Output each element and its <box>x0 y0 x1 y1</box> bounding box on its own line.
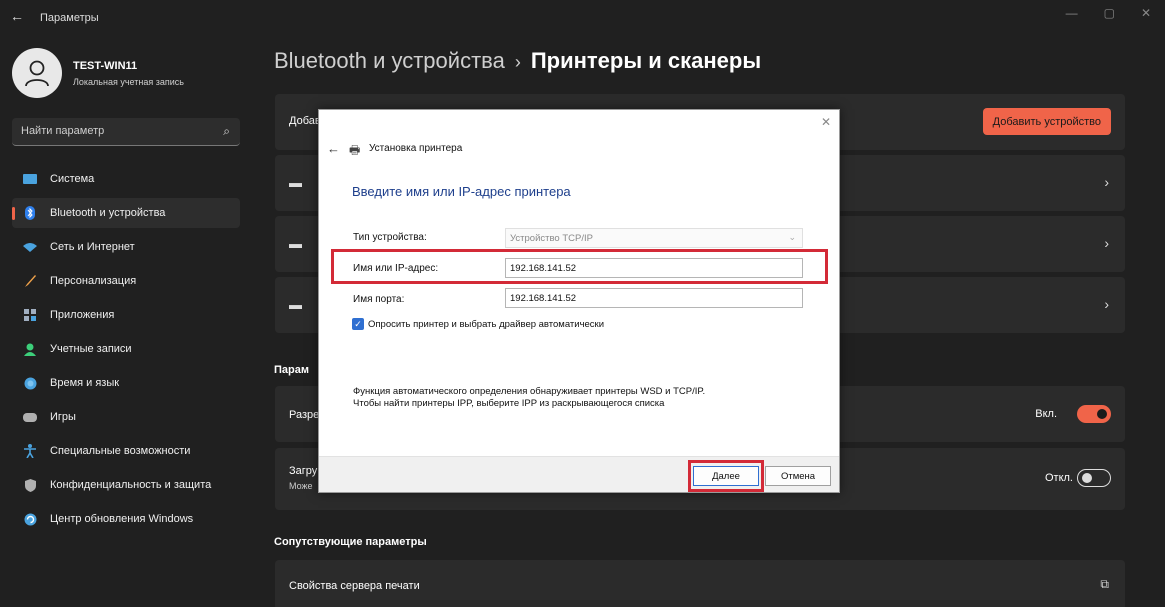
device-type-label: Тип устройства: <box>353 232 427 243</box>
breadcrumb-parent[interactable]: Bluetooth и устройства <box>274 48 505 73</box>
sidebar-item-accessibility[interactable]: Специальные возможности <box>12 436 240 466</box>
add-printer-label: Добав <box>289 115 321 127</box>
port-input[interactable] <box>505 288 803 308</box>
chevron-right-icon[interactable]: › <box>1104 235 1109 251</box>
sidebar-item-label: Персонализация <box>50 275 137 287</box>
sidebar-item-privacy[interactable]: Конфиденциальность и защита <box>12 470 240 500</box>
sidebar-item-windows-update[interactable]: Центр обновления Windows <box>12 504 240 534</box>
breadcrumb: Bluetooth и устройства › Принтеры и сканер… <box>274 48 761 74</box>
sidebar-item-label: Игры <box>50 411 76 423</box>
sidebar-item-time-language[interactable]: Время и язык <box>12 368 240 398</box>
account-icon <box>22 342 38 356</box>
download-toggle[interactable] <box>1077 469 1111 487</box>
title-bar: ← Параметры — ▢ ✕ <box>0 0 1165 36</box>
page-title: Принтеры и сканеры <box>530 48 762 73</box>
sidebar-item-label: Сеть и Интернет <box>50 241 135 253</box>
device-type-select[interactable]: Устройство TCP/IP ⌄ <box>505 228 803 248</box>
wifi-icon <box>22 240 38 254</box>
search-icon[interactable]: ⌕ <box>223 124 230 139</box>
window-controls: — ▢ ✕ <box>1066 6 1151 20</box>
sidebar-item-label: Приложения <box>50 309 115 321</box>
section-params-title: Парам <box>274 364 309 376</box>
minimize-button[interactable]: — <box>1066 6 1078 20</box>
chevron-right-icon[interactable]: › <box>1104 174 1109 190</box>
update-icon <box>22 512 38 526</box>
sidebar-item-accounts[interactable]: Учетные записи <box>12 334 240 364</box>
sidebar-item-network[interactable]: Сеть и Интернет <box>12 232 240 262</box>
sidebar-item-label: Конфиденциальность и защита <box>50 479 212 491</box>
dialog-title: Установка принтера <box>369 143 463 154</box>
toggle-off-label: Откл. <box>1044 472 1073 484</box>
sidebar-item-label: Bluetooth и устройства <box>50 207 166 219</box>
sidebar-item-label: Центр обновления Windows <box>50 513 194 525</box>
auto-driver-label[interactable]: Опросить принтер и выбрать драйвер автом… <box>368 319 604 330</box>
related-settings-title: Сопутствующие параметры <box>274 536 427 548</box>
printer-icon: ▬ <box>289 236 302 251</box>
download-label: Загру <box>289 465 318 477</box>
info-text: Функция автоматического определения обна… <box>353 386 713 410</box>
printer-icon: ▬ <box>289 175 302 190</box>
gamepad-icon <box>22 410 38 424</box>
device-type-value: Устройство TCP/IP <box>510 232 593 244</box>
auto-driver-checkbox[interactable]: ✓ <box>352 318 364 330</box>
close-button[interactable]: ✕ <box>1141 6 1151 20</box>
apps-icon <box>22 308 38 322</box>
port-label: Имя порта: <box>353 294 405 305</box>
user-icon <box>25 60 49 87</box>
sidebar-item-gaming[interactable]: Игры <box>12 402 240 432</box>
allow-toggle[interactable] <box>1077 405 1111 423</box>
add-device-button[interactable]: Добавить устройство <box>982 108 1111 135</box>
highlight-host-field <box>331 249 828 284</box>
search-box[interactable]: ⌕ <box>12 118 240 146</box>
dialog-close-icon[interactable]: ✕ <box>821 115 831 129</box>
brush-icon <box>22 274 38 288</box>
add-printer-dialog: ✕ ← 🖶 Установка принтера Введите имя или… <box>318 109 840 493</box>
avatar[interactable] <box>12 48 62 98</box>
allow-label: Разре <box>289 409 320 421</box>
sidebar-item-label: Система <box>50 173 95 185</box>
dialog-back-icon[interactable]: ← <box>327 141 340 156</box>
chevron-right-icon[interactable]: › <box>1104 296 1109 312</box>
sidebar-item-label: Специальные возможности <box>50 445 191 457</box>
app-title: Параметры <box>40 12 99 24</box>
maximize-button[interactable]: ▢ <box>1104 6 1115 20</box>
sidebar-item-system[interactable]: Система <box>12 164 240 194</box>
printer-icon: 🖶 <box>349 143 361 157</box>
search-input[interactable] <box>12 118 212 144</box>
breadcrumb-separator: › <box>514 52 521 72</box>
accessibility-icon <box>22 444 38 458</box>
sidebar-item-apps[interactable]: Приложения <box>12 300 240 330</box>
highlight-next-button <box>688 460 764 492</box>
download-sublabel: Може <box>289 481 313 491</box>
dialog-heading: Введите имя или IP-адрес принтера <box>352 184 571 199</box>
account-type: Локальная учетная запись <box>73 77 184 87</box>
sidebar-nav: Система Bluetooth и устройства Сеть и Ин… <box>12 164 240 538</box>
print-server-label: Свойства сервера печати <box>289 580 420 592</box>
sidebar-item-label: Учетные записи <box>50 343 132 355</box>
sidebar-item-bluetooth[interactable]: Bluetooth и устройства <box>12 198 240 228</box>
shield-icon <box>22 478 38 492</box>
sidebar-item-personalization[interactable]: Персонализация <box>12 266 240 296</box>
external-link-icon[interactable]: ⧉ <box>1100 577 1109 592</box>
info-line-1: Функция автоматического определения обна… <box>353 386 706 397</box>
user-name: TEST-WIN11 <box>73 60 138 72</box>
cancel-button[interactable]: Отмена <box>765 466 831 486</box>
sidebar-item-label: Время и язык <box>50 377 120 389</box>
info-line-2: Чтобы найти принтеры IPP, выберите IPP и… <box>353 398 665 409</box>
printer-icon: ▬ <box>289 297 302 312</box>
toggle-on-label: Вкл. <box>1035 408 1057 420</box>
bluetooth-icon <box>22 206 38 220</box>
back-arrow-icon[interactable]: ← <box>10 8 24 24</box>
print-server-row[interactable]: Свойства сервера печати ⧉ <box>275 560 1125 607</box>
system-icon <box>22 172 38 186</box>
globe-icon <box>22 376 38 390</box>
chevron-down-icon: ⌄ <box>788 232 796 242</box>
